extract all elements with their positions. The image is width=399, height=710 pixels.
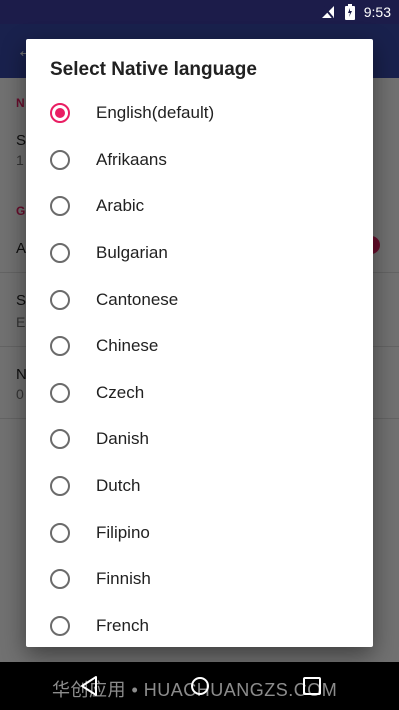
- language-option-cantonese[interactable]: Cantonese: [26, 276, 373, 323]
- status-bar: 9:53: [0, 0, 399, 24]
- option-label: Chinese: [96, 336, 159, 356]
- option-label: Filipino: [96, 522, 150, 542]
- language-option-finnish[interactable]: Finnish: [26, 556, 373, 603]
- navigation-bar: 华创应用 • HUACHUANGZS.COM: [0, 662, 399, 710]
- option-label: French: [96, 615, 149, 635]
- recents-icon[interactable]: [300, 674, 324, 698]
- radio-button[interactable]: [50, 615, 70, 636]
- language-option-danish[interactable]: Danish: [26, 416, 373, 463]
- option-label: Dutch: [96, 476, 141, 496]
- radio-button[interactable]: [50, 429, 70, 450]
- language-option-chinese[interactable]: Chinese: [26, 323, 373, 370]
- radio-button[interactable]: [50, 149, 70, 170]
- language-option-filipino[interactable]: Filipino: [26, 509, 373, 556]
- radio-button[interactable]: [50, 476, 70, 497]
- option-label: Cantonese: [96, 289, 179, 309]
- option-label: Afrikaans: [96, 149, 167, 169]
- language-option-czech[interactable]: Czech: [26, 370, 373, 417]
- option-label: Czech: [96, 382, 145, 402]
- option-label: Finnish: [96, 569, 151, 589]
- language-option-bulgarian[interactable]: Bulgarian: [26, 230, 373, 277]
- option-label: Arabic: [96, 196, 145, 216]
- radio-button[interactable]: [50, 289, 70, 310]
- back-icon[interactable]: [77, 674, 101, 698]
- language-option-afrikaans[interactable]: Afrikaans: [26, 137, 373, 184]
- radio-button[interactable]: [50, 243, 70, 264]
- radio-button[interactable]: [50, 103, 70, 124]
- radio-button[interactable]: [50, 196, 70, 217]
- status-time: 9:53: [363, 4, 391, 20]
- dialog-title: Select Native language: [50, 59, 257, 80]
- signal-off-icon: [320, 5, 336, 19]
- option-label: English(default): [96, 103, 215, 123]
- battery-icon: [342, 4, 358, 20]
- radio-button[interactable]: [50, 522, 70, 543]
- home-icon[interactable]: [188, 674, 212, 698]
- language-option-dutch[interactable]: Dutch: [26, 463, 373, 510]
- option-label: Danish: [96, 429, 149, 449]
- language-option-english[interactable]: English(default): [26, 90, 373, 137]
- language-dialog: Select Native language English(default) …: [26, 39, 373, 647]
- radio-button[interactable]: [50, 336, 70, 357]
- language-options-list: English(default) Afrikaans Arabic Bulgar…: [26, 90, 373, 647]
- language-option-arabic[interactable]: Arabic: [26, 183, 373, 230]
- radio-button[interactable]: [50, 382, 70, 403]
- language-option-french[interactable]: French: [26, 603, 373, 647]
- radio-button[interactable]: [50, 569, 70, 590]
- option-label: Bulgarian: [96, 243, 168, 263]
